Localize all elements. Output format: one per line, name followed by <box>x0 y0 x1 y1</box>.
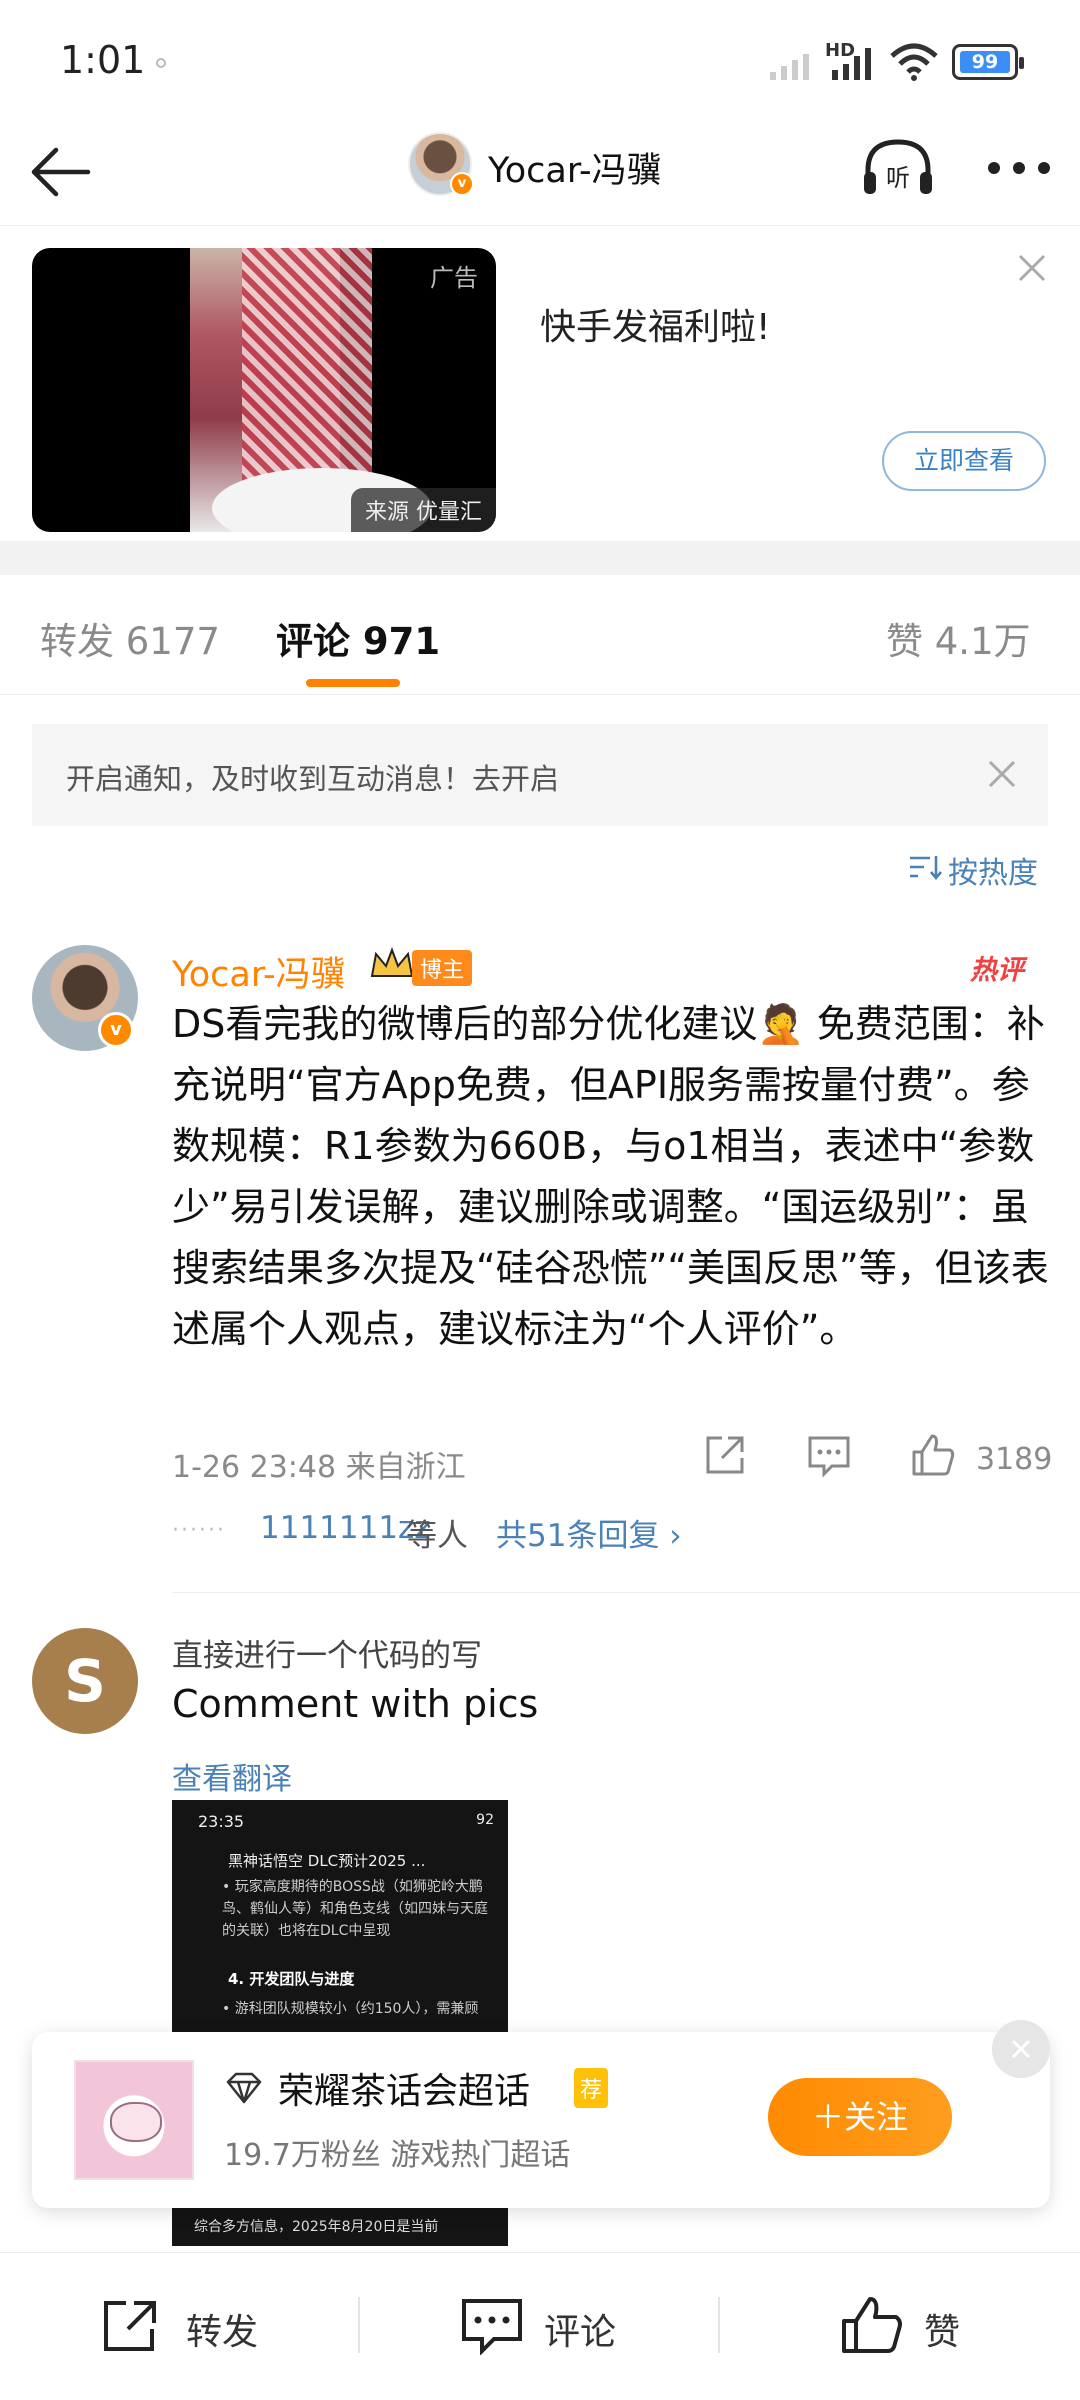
listen-headphones-icon[interactable]: 听 <box>858 132 938 202</box>
screenshot-title: 黑神话悟空 DLC预计2025 ... <box>228 1852 426 1870</box>
comment2-author[interactable]: 直接进行一个代码的写 <box>172 1630 482 1675</box>
comment1-like-count: 3189 <box>976 1442 1053 1477</box>
signal-icon-sim2 <box>832 48 871 80</box>
verified-badge-icon: v <box>450 172 474 196</box>
reply-dots: ······ <box>172 1518 226 1543</box>
super-topic-diamond-icon <box>226 2072 262 2104</box>
notification-close-icon[interactable] <box>982 754 1022 794</box>
ad-banner[interactable]: 广告 来源 优量汇 快手发福利啦! 立即查看 <box>0 225 1080 541</box>
verified-badge-icon: v <box>98 1012 134 1048</box>
page-title[interactable]: Yocar-冯骥 <box>488 142 662 193</box>
battery-level: 99 <box>960 51 1010 73</box>
notification-prompt-text[interactable]: 开启通知，及时收到互动消息！去开启 <box>66 756 559 798</box>
screenshot-footer: 综合多方信息，2025年8月20日是当前 <box>194 2219 439 2235</box>
bottom-action-bar: 转发 评论 赞 <box>0 2252 1080 2400</box>
crown-icon <box>370 947 414 977</box>
ad-close-icon[interactable] <box>1012 248 1052 288</box>
wifi-icon <box>890 43 938 81</box>
section-divider <box>0 541 1080 575</box>
tab-bar: 转发 6177 评论 971 赞 4.1万 <box>0 575 1080 695</box>
ad-headline[interactable]: 快手发福利啦! <box>540 298 770 350</box>
repost-label: 转发 <box>186 2312 259 2353</box>
screenshot-line2: • 游科团队规模较小（约150人），需兼顾 <box>222 2001 479 2017</box>
author-badge: 博主 <box>412 950 473 986</box>
recommended-tag: 荐 <box>574 2068 609 2108</box>
status-bar: 1:01 HD 99 <box>0 0 1080 120</box>
super-topic-name[interactable]: 荣耀茶话会超话 <box>278 2062 530 2114</box>
bottom-separator <box>358 2297 360 2353</box>
comment-icon[interactable] <box>806 1432 852 1478</box>
translate-link[interactable]: 查看翻译 <box>172 1754 292 1798</box>
back-arrow-icon[interactable] <box>26 136 98 208</box>
repost-icon <box>104 2301 156 2351</box>
location-indicator-icon <box>156 58 166 68</box>
screenshot-heading: 4. 开发团队与进度 <box>228 1970 355 1988</box>
reply-users-suffix: 等人 <box>406 1518 468 1554</box>
battery-icon: 99 <box>952 44 1024 80</box>
comment-bar-icon <box>462 2299 522 2356</box>
comment1-body[interactable]: DS看完我的微博后的部分优化建议🤦 免费范围：补充说明“官方App免费，但API… <box>172 994 1052 1360</box>
ad-cta-button[interactable]: 立即查看 <box>882 431 1046 491</box>
bottom-separator <box>718 2297 720 2353</box>
super-topic-subtitle: 19.7万粉丝 游戏热门超话 <box>224 2138 571 2173</box>
comment2-body[interactable]: Comment with pics <box>172 1682 538 1726</box>
tab-active-indicator <box>306 679 400 687</box>
comment-label: 评论 <box>544 2312 617 2353</box>
hot-comment-tag: 热评 <box>970 955 1024 986</box>
super-topic-image[interactable] <box>74 2060 194 2180</box>
screenshot-time: 23:35 <box>198 1812 245 1831</box>
top-nav: v Yocar-冯骥 听 <box>0 120 1080 225</box>
ad-source: 来源 优量汇 <box>351 488 496 532</box>
reply-total-link[interactable]: 共51条回复 › <box>496 1510 682 1555</box>
share-icon[interactable] <box>702 1432 748 1478</box>
tab-reposts[interactable]: 转发 6177 <box>40 611 220 665</box>
svg-text:听: 听 <box>886 164 910 192</box>
repost-button[interactable]: 转发 <box>100 2295 280 2355</box>
super-topic-close-icon[interactable] <box>992 2020 1050 2078</box>
ad-thumbnail[interactable]: 广告 来源 优量汇 <box>32 248 496 532</box>
tab-comments[interactable]: 评论 971 <box>276 611 440 665</box>
ad-tag: 广告 <box>430 264 478 292</box>
comment-divider <box>172 1592 1080 1593</box>
comment1-author[interactable]: Yocar-冯骥 <box>172 946 346 997</box>
like-button[interactable]: 赞 <box>840 2295 980 2355</box>
like-label: 赞 <box>924 2312 961 2353</box>
signal-icon-sim1 <box>770 54 809 80</box>
more-options-icon[interactable] <box>984 158 1054 178</box>
comment1-meta: 1-26 23:48 来自浙江 <box>172 1450 466 1485</box>
like-icon[interactable] <box>910 1432 956 1478</box>
sort-icon[interactable] <box>908 852 942 882</box>
comment2-avatar[interactable]: S <box>32 1628 138 1734</box>
status-time: 1:01 <box>60 38 146 82</box>
like-bar-icon <box>842 2297 902 2353</box>
sort-by-hot-button[interactable]: 按热度 <box>948 848 1038 892</box>
screenshot-line1: • 玩家高度期待的BOSS战（如狮驼岭大鹏鸟、鹤仙人等）和角色支线（如四妹与天庭… <box>222 1879 488 1939</box>
screenshot-status: 92 <box>476 1812 494 1828</box>
comment-button[interactable]: 评论 <box>460 2295 640 2356</box>
tab-likes[interactable]: 赞 4.1万 <box>886 611 1031 665</box>
follow-button[interactable]: ＋关注 <box>768 2078 952 2156</box>
super-topic-card[interactable]: 荣耀茶话会超话 荐 19.7万粉丝 游戏热门超话 ＋关注 <box>32 2032 1050 2208</box>
notification-prompt[interactable]: 开启通知，及时收到互动消息！去开启 <box>32 724 1048 826</box>
